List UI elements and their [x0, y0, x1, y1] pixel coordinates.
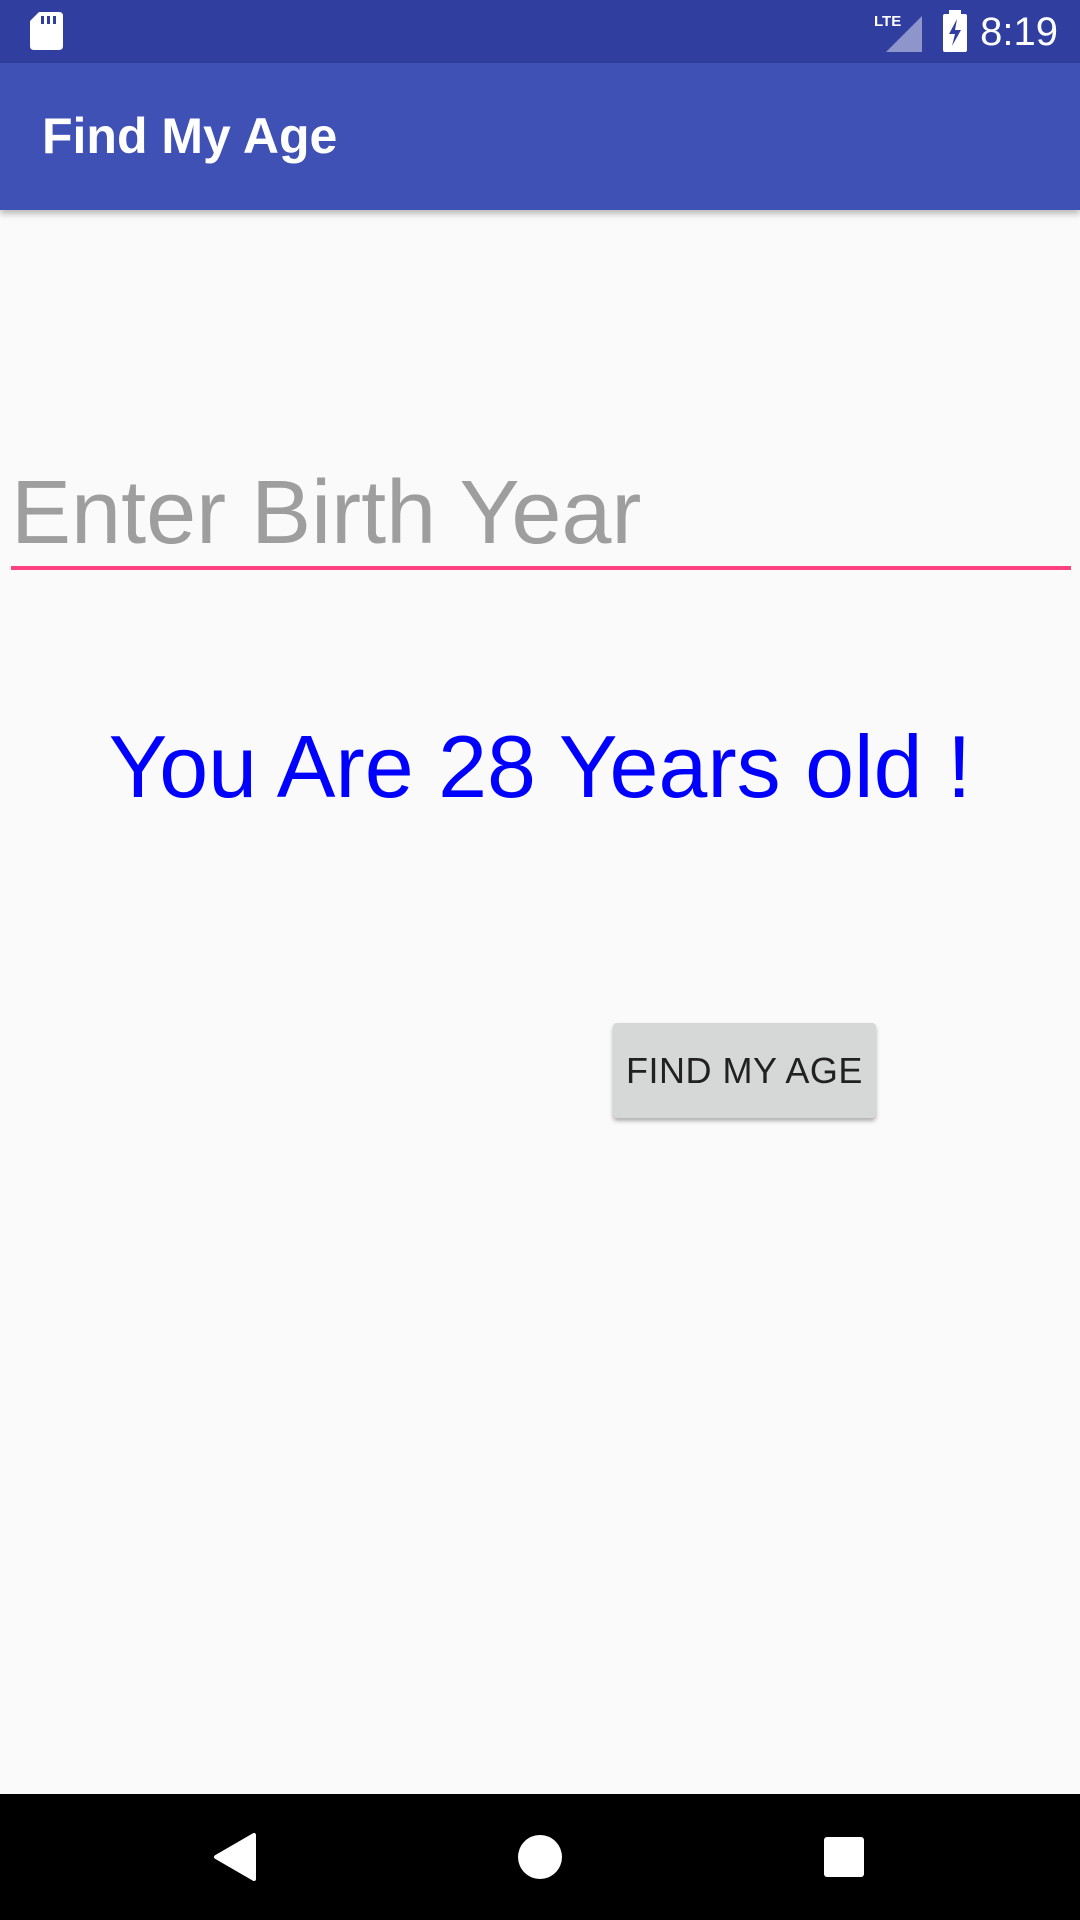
recents-icon[interactable]: [814, 1827, 874, 1887]
status-bar: LTE 8:19: [0, 0, 1080, 63]
home-icon[interactable]: [510, 1827, 570, 1887]
screen: LTE 8:19 Find My Age You Are 28 Years ol…: [0, 0, 1080, 1920]
age-result-text: You Are 28 Years old !: [108, 717, 972, 816]
app-title: Find My Age: [42, 108, 338, 164]
birth-year-input[interactable]: [11, 460, 1071, 570]
find-my-age-button[interactable]: FIND MY AGE: [613, 1023, 876, 1118]
back-icon[interactable]: [208, 1827, 268, 1887]
network-type-label: LTE: [874, 13, 901, 30]
sd-card-icon: [30, 12, 63, 50]
battery-charging-icon: [943, 10, 967, 52]
navigation-bar: [0, 1794, 1080, 1920]
status-clock: 8:19: [980, 10, 1058, 54]
app-bar: Find My Age: [0, 63, 1080, 210]
signal-icon: LTE: [874, 13, 922, 52]
main-content: You Are 28 Years old ! FIND MY AGE: [0, 210, 1080, 1794]
